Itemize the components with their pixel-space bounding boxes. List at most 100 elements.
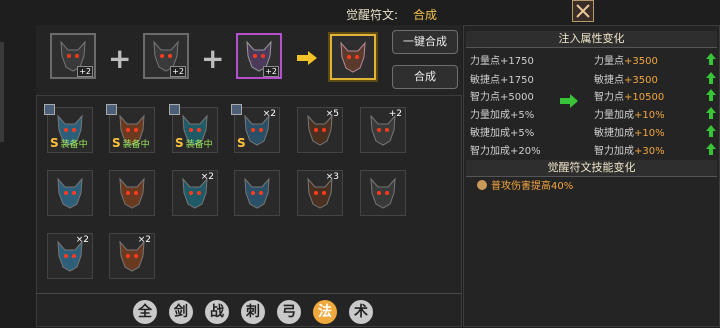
stack-count: ×2 xyxy=(200,172,214,182)
grade-letter: S xyxy=(50,136,59,150)
wolf-rune-icon xyxy=(119,177,145,209)
slot-badge: +2 xyxy=(77,66,93,77)
equipped-label: S 装备中 xyxy=(112,136,150,150)
rune-cell[interactable] xyxy=(234,170,280,216)
attribute-change-title: 注入属性变化 xyxy=(466,31,717,48)
rune-cell[interactable]: ×3 xyxy=(297,170,343,216)
rune-cell[interactable]: S 装备中 xyxy=(44,104,93,153)
rune-cell[interactable]: ×2 xyxy=(109,233,155,279)
rune-cell[interactable]: ×5 xyxy=(297,107,343,153)
stack-count: +2 xyxy=(388,109,402,119)
grade-letter: S xyxy=(112,136,121,150)
class-tab[interactable]: 战 xyxy=(205,300,229,324)
mini-rank-icon xyxy=(231,104,242,115)
mini-rank-icon xyxy=(106,104,117,115)
class-tab[interactable]: 剑 xyxy=(169,300,193,324)
stat-name: 智力点 xyxy=(470,92,500,103)
stat-name: 敏捷加成 xyxy=(594,128,634,139)
stat-value: +1750 xyxy=(500,75,534,86)
stat-after: 敏捷加成+10% xyxy=(594,124,665,139)
grade-letter: S xyxy=(237,136,246,150)
mini-rank-icon xyxy=(44,104,55,115)
stack-count: ×2 xyxy=(75,235,89,245)
up-arrow-icon xyxy=(706,53,716,65)
stat-value: +5% xyxy=(510,110,535,121)
rune-cell[interactable]: S 装备中 xyxy=(106,104,155,153)
combine-button[interactable]: 合成 xyxy=(392,65,458,89)
result-slot[interactable] xyxy=(330,34,376,80)
rune-cell[interactable]: ×2 xyxy=(172,170,218,216)
class-tab[interactable]: 全 xyxy=(133,300,157,324)
close-button[interactable] xyxy=(572,0,594,22)
up-arrow-icon xyxy=(706,125,716,137)
stat-after: 力量点+3500 xyxy=(594,52,658,67)
equipped-text: 装备中 xyxy=(185,140,213,150)
combine-slot-1[interactable]: +2 xyxy=(50,33,96,79)
up-arrow-icon xyxy=(706,143,716,155)
class-tab[interactable]: 术 xyxy=(349,300,373,324)
stat-name: 智力加成 xyxy=(594,146,634,157)
stat-name: 力量加成 xyxy=(594,110,634,121)
stat-value: +10% xyxy=(634,110,665,121)
stat-name: 智力点 xyxy=(594,92,624,103)
stat-after: 敏捷点+3500 xyxy=(594,71,658,86)
rune-cell[interactable] xyxy=(109,170,155,216)
grade-letter: S xyxy=(175,136,184,150)
stat-name: 智力加成 xyxy=(470,146,510,157)
skill-change-title: 觉醒符文技能变化 xyxy=(466,160,717,177)
one-click-combine-button[interactable]: 一键合成 xyxy=(392,30,458,54)
stat-before: 敏捷加成+5% xyxy=(470,124,534,139)
stat-value: +30% xyxy=(634,146,665,157)
plus-sign: + xyxy=(201,42,225,75)
wolf-rune-icon xyxy=(370,177,396,209)
stat-before: 敏捷点+1750 xyxy=(470,71,534,86)
stat-after: 智力点+10500 xyxy=(594,88,664,103)
stat-value: +10% xyxy=(634,128,665,139)
stat-after: 智力加成+30% xyxy=(594,142,665,157)
stat-value: +3500 xyxy=(624,56,658,67)
stat-name: 力量点 xyxy=(470,56,500,67)
wolf-rune-icon xyxy=(57,177,83,209)
stat-value: +1750 xyxy=(500,56,534,67)
stat-name: 敏捷点 xyxy=(594,75,624,86)
stat-before: 力量点+1750 xyxy=(470,52,534,67)
stat-value: +10500 xyxy=(624,92,665,103)
class-tab[interactable]: 法 xyxy=(313,300,337,324)
slot-badge: +2 xyxy=(170,66,186,77)
combine-slot-2[interactable]: +2 xyxy=(143,33,189,79)
stat-value: +3500 xyxy=(624,75,658,86)
wolf-rune-icon xyxy=(244,177,270,209)
arrow-right-icon xyxy=(297,51,317,65)
rune-label: 觉醒符文: xyxy=(346,8,399,22)
up-arrow-icon xyxy=(706,107,716,119)
wolf-rune-icon xyxy=(340,41,366,73)
stack-count: ×2 xyxy=(262,109,276,119)
arrow-right-icon xyxy=(560,94,578,108)
equipped-label: S xyxy=(237,136,248,150)
rune-cell[interactable]: S 装备中 xyxy=(169,104,218,153)
rune-cell[interactable]: +2 xyxy=(360,107,406,153)
slot-badge: +2 xyxy=(263,66,279,77)
rune-cell[interactable] xyxy=(360,170,406,216)
stack-count: ×3 xyxy=(325,172,339,182)
plus-sign: + xyxy=(108,42,132,75)
stat-before: 力量加成+5% xyxy=(470,106,534,121)
combine-slot-3[interactable]: +2 xyxy=(236,33,282,79)
equipped-text: 装备中 xyxy=(122,140,150,150)
rune-mode-value: 合成 xyxy=(413,8,438,22)
stat-value: +5000 xyxy=(500,92,534,103)
stat-name: 敏捷点 xyxy=(470,75,500,86)
stack-count: ×2 xyxy=(137,235,151,245)
stat-name: 力量点 xyxy=(594,56,624,67)
side-tab-handle[interactable] xyxy=(0,42,4,142)
rune-cell[interactable]: ×2 xyxy=(47,233,93,279)
up-arrow-icon xyxy=(706,72,716,84)
equipped-label: S 装备中 xyxy=(175,136,213,150)
rune-cell[interactable]: ×2 S xyxy=(231,104,280,153)
stat-after: 力量加成+10% xyxy=(594,106,665,121)
class-tab[interactable]: 弓 xyxy=(277,300,301,324)
class-tab[interactable]: 刺 xyxy=(241,300,265,324)
rune-cell[interactable] xyxy=(47,170,93,216)
skill-dot-icon xyxy=(477,180,487,190)
close-icon xyxy=(576,4,590,18)
